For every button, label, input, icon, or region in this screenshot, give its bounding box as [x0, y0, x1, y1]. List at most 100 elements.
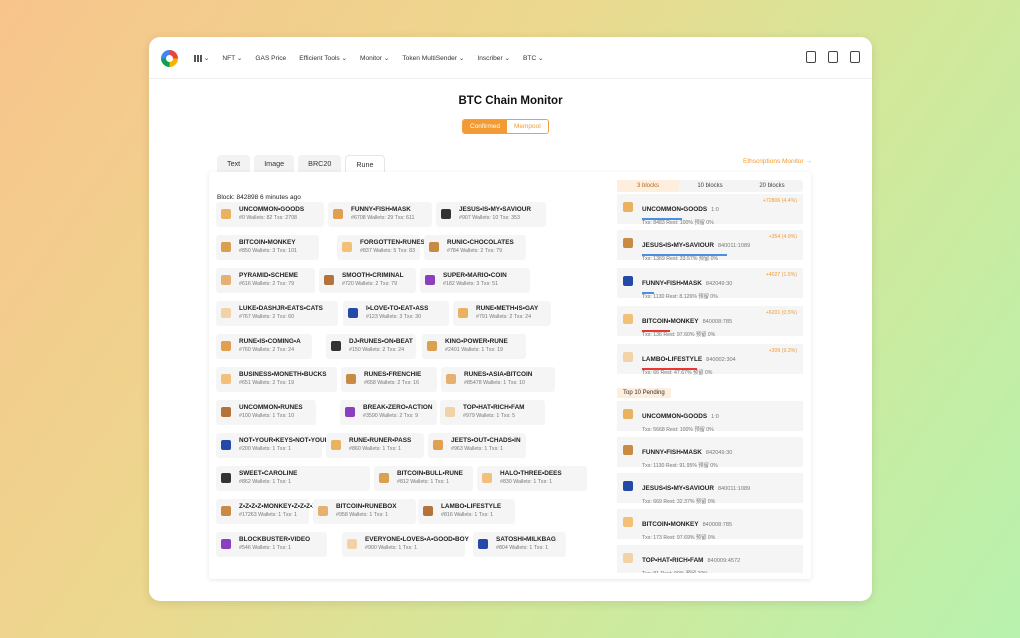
token-card[interactable]: RUNES•ASIA•BITCOIN #85478 Wallets: 1 Txs:… [441, 367, 555, 392]
token-card[interactable]: RUNE•RUNER•PASS #860 Wallets: 1 Txs: 1 [326, 433, 424, 458]
token-card[interactable]: TOP•HAT•RICH•FAM #979 Wallets: 1 Txs: 5 [440, 400, 545, 425]
menu-token-multisender[interactable]: Token MultiSender ⌄ [402, 54, 464, 62]
rune-icon [623, 553, 633, 563]
menu-token-multisender-label: Token MultiSender [402, 55, 457, 62]
rune-icon [221, 308, 231, 318]
recent-item[interactable]: UNCOMMON•GOODS 1:0 Txs: 8483 Rest: 100% 预留… [617, 194, 803, 226]
token-card[interactable]: SWEET•CAROLINE #862 Wallets: 1 Txs: 1 [216, 466, 370, 491]
tab-10-blocks[interactable]: 10 blocks [679, 180, 741, 192]
tab-20-blocks[interactable]: 20 blocks [741, 180, 803, 192]
confirmed-mempool-toggle: Confirmed Mempool [462, 119, 549, 134]
menu-monitor-label: Monitor [360, 55, 383, 62]
recent-item[interactable]: LAMBO•LIFESTYLE 840002:304 Txs: 66 Rest: 4… [617, 344, 803, 376]
mempool-button[interactable]: Mempool [506, 120, 548, 133]
token-card[interactable]: BUSINESS•MONETH•BUCKS #651 Wallets: 2 Txs… [216, 367, 337, 392]
item-stats: Txs: 669 Rest: 32.37% 预留 0% [642, 499, 716, 505]
token-card[interactable]: NOT•YOUR•KEYS•NOT•YOUR•COINS #200 Wallets… [216, 433, 352, 458]
recent-item[interactable]: BITCOIN•MONKEY 840008:785 Txs: 136 Rest: 9… [617, 306, 803, 338]
token-card[interactable]: LUKE•DASHJR•EATS•CATS #767 Wallets: 2 Txs… [216, 301, 338, 326]
token-name: JEETS•OUT•CHADS•IN [451, 437, 521, 444]
token-card[interactable]: Z•Z•Z•Z•MONKEY•Z•Z•Z•Z #17263 Wallets: 1 … [216, 499, 317, 524]
token-card[interactable]: BLOCKBUSTER•VIDEO #546 Wallets: 1 Txs: 1 [216, 532, 327, 557]
rune-icon [423, 506, 433, 516]
token-card[interactable]: KING•POWER•RUNE #2401 Wallets: 1 Txs: 19 [422, 334, 526, 359]
token-card[interactable]: SMOOTH•CRIMINAL #720 Wallets: 2 Txs: 79 [319, 268, 416, 293]
token-stats: #760 Wallets: 2 Txs: 24 [239, 347, 295, 353]
token-stats: #0 Wallets: 82 Txs: 2708 [239, 215, 298, 221]
token-card[interactable]: RUNE•METH•IS•GAY #791 Wallets: 2 Txs: 24 [453, 301, 551, 326]
menu-monitor[interactable]: Monitor ⌄ [360, 54, 389, 62]
recent-item[interactable]: JESUS•IS•MY•SAVIOUR 840011:1089 Txs: 1369 … [617, 230, 803, 262]
recent-item[interactable]: FUNNY•FISH•MASK 842049:30 Txs: 1130 Rest: … [617, 268, 803, 300]
item-block: 1:0 [711, 207, 719, 213]
tab-3-blocks[interactable]: 3 blocks [617, 180, 679, 192]
token-card[interactable]: FUNNY•FISH•MASK #6708 Wallets: 29 Txs: 61… [328, 202, 432, 227]
confirmed-button[interactable]: Confirmed [463, 120, 507, 133]
token-card[interactable]: BREAK•ZERO•ACTION #3590 Wallets: 2 Txs: 9 [340, 400, 437, 425]
token-card[interactable]: BITCOIN•BULL•RUNE #812 Wallets: 1 Txs: 1 [374, 466, 473, 491]
token-card[interactable]: JESUS•IS•MY•SAVIOUR #907 Wallets: 10 Txs:… [436, 202, 546, 227]
token-name: BUSINESS•MONETH•BUCKS [239, 371, 327, 378]
token-card[interactable]: HALO•THREE•DEES #830 Wallets: 1 Txs: 1 [477, 466, 587, 491]
progress-bar [642, 254, 727, 256]
token-card[interactable]: PYRAMID•SCHEME #616 Wallets: 2 Txs: 79 [216, 268, 315, 293]
pending-item[interactable]: JESUS•IS•MY•SAVIOUR 840011:1089 Txs: 669 R… [617, 473, 803, 505]
token-card[interactable]: EVERYONE•LOVES•A•GOOD•BOY #900 Wallets: 1… [342, 532, 469, 557]
menu-efficient-tools[interactable]: Efficient Tools ⌄ [299, 54, 347, 62]
rune-icon [221, 407, 231, 417]
tab-text[interactable]: Text [217, 155, 251, 173]
token-card[interactable]: BITCOIN•MONKEY #850 Wallets: 3 Txs: 101 [216, 235, 319, 260]
token-card[interactable]: RUNES•FRENCHIE #658 Wallets: 2 Txs: 16 [341, 367, 437, 392]
token-card[interactable]: DJ•RUNES•ON•BEAT #150 Wallets: 2 Txs: 24 [326, 334, 416, 359]
logo-icon[interactable] [161, 50, 178, 67]
rune-icon [441, 209, 451, 219]
token-card[interactable]: SATOSHI•MILKBAG #804 Wallets: 1 Txs: 1 [473, 532, 566, 557]
menu-nft[interactable]: NFT ⌄ [222, 54, 242, 62]
pending-item[interactable]: UNCOMMON•GOODS 1:0 Txs: 5668 Rest: 100% 预留… [617, 401, 803, 433]
menu-nft-label: NFT [222, 55, 236, 62]
token-card[interactable]: I•LOVE•TO•EAT•ASS #123 Wallets: 3 Txs: 30 [343, 301, 449, 326]
pending-item[interactable]: FUNNY•FISH•MASK 842049:30 Txs: 1130 Rest: … [617, 437, 803, 469]
item-change: +354 (4.9%) [768, 234, 797, 240]
token-card[interactable]: RUNE•IS•COMING•A #760 Wallets: 2 Txs: 24 [216, 334, 312, 359]
app-window: ⌄ NFT ⌄ GAS Price Efficient Tools ⌄ Moni… [149, 37, 872, 601]
item-name: FUNNY•FISH•MASK [642, 280, 702, 287]
token-name: RUNES•FRENCHIE [364, 371, 422, 378]
tab-rune[interactable]: Rune [345, 155, 385, 173]
token-card[interactable]: LAMBO•LIFESTYLE #816 Wallets: 1 Txs: 1 [418, 499, 515, 524]
token-name: Z•Z•Z•Z•MONKEY•Z•Z•Z•Z [239, 503, 317, 510]
mobile-icon[interactable] [828, 51, 838, 63]
token-name: TOP•HAT•RICH•FAM [463, 404, 525, 411]
ethscriptions-monitor-link[interactable]: Ethscriptions Monitor → [743, 158, 812, 165]
token-card[interactable]: RUNIC•CHOCOLATES #784 Wallets: 2 Txs: 79 [424, 235, 526, 260]
token-card[interactable]: UNCOMMON•RUNES #100 Wallets: 1 Txs: 10 [216, 400, 316, 425]
token-card[interactable]: BITCOIN•RUNEBOX #958 Wallets: 1 Txs: 1 [313, 499, 416, 524]
menu-gas-price[interactable]: GAS Price [255, 55, 286, 62]
item-name: UNCOMMON•GOODS [642, 413, 708, 420]
token-card[interactable]: FORGOTTEN•RUNES #837 Wallets: 5 Txs: 83 [337, 235, 425, 260]
token-stats: #150 Wallets: 2 Txs: 24 [349, 347, 405, 353]
pending-item[interactable]: BITCOIN•MONKEY 840008:785 Txs: 173 Rest: 9… [617, 509, 803, 541]
token-name: PYRAMID•SCHEME [239, 272, 299, 279]
menu-inscriber[interactable]: Inscriber ⌄ [477, 54, 510, 62]
copy-icon[interactable] [850, 51, 860, 63]
nav-actions [806, 51, 860, 63]
apps-grid-icon[interactable]: ⌄ [194, 54, 209, 62]
rune-icon [446, 374, 456, 384]
menu-btc[interactable]: BTC ⌄ [523, 54, 544, 62]
token-name: EVERYONE•LOVES•A•GOOD•BOY [365, 536, 469, 543]
pending-item[interactable]: TOP•HAT•RICH•FAM840009:4572 Txs: 81 Rest:… [617, 545, 803, 573]
rune-icon [433, 440, 443, 450]
item-name: FUNNY•FISH•MASK [642, 449, 702, 456]
token-card[interactable]: SUPER•MARIO•COIN #182 Wallets: 3 Txs: 51 [420, 268, 530, 293]
token-stats: #791 Wallets: 2 Txs: 24 [476, 314, 532, 320]
token-name: LAMBO•LIFESTYLE [441, 503, 502, 510]
token-card[interactable]: UNCOMMON•GOODS #0 Wallets: 82 Txs: 2708 [216, 202, 324, 227]
document-icon[interactable] [806, 51, 816, 63]
tab-image[interactable]: Image [254, 155, 295, 173]
rune-icon [221, 275, 231, 285]
token-stats: #720 Wallets: 2 Txs: 79 [342, 281, 398, 287]
token-card[interactable]: JEETS•OUT•CHADS•IN #963 Wallets: 1 Txs: 1 [428, 433, 526, 458]
tab-brc20[interactable]: BRC20 [298, 155, 342, 173]
rune-icon [221, 341, 231, 351]
